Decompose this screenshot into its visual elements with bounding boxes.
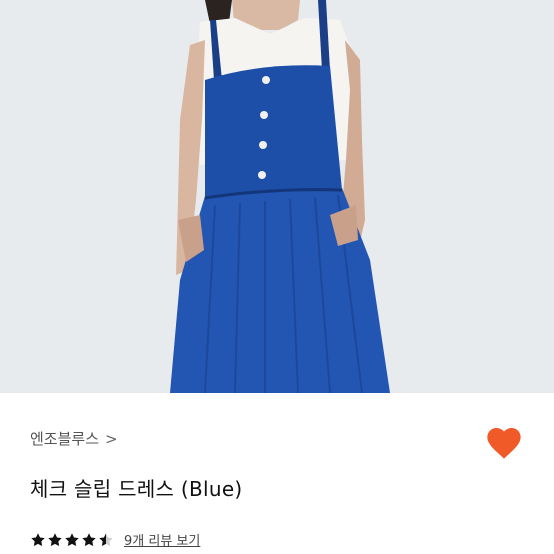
- star-icon: [31, 532, 45, 546]
- star-rating: [30, 532, 114, 548]
- brand-link[interactable]: 엔조블루스 >: [30, 428, 118, 449]
- product-photo: [0, 0, 554, 393]
- star-icon: [65, 532, 79, 546]
- chevron-right-icon: >: [105, 429, 118, 448]
- product-photo-illustration: [0, 0, 554, 393]
- heart-icon: [487, 428, 521, 459]
- star-icon: [99, 532, 113, 546]
- product-title: 체크 슬립 드레스 (Blue): [30, 477, 243, 501]
- favorite-button[interactable]: [484, 423, 524, 463]
- star-icon: [82, 532, 96, 546]
- rating-row: 9개 리뷰 보기: [30, 530, 200, 549]
- star-icon: [48, 532, 62, 546]
- review-link[interactable]: 9개 리뷰 보기: [124, 530, 200, 549]
- brand-name[interactable]: 엔조블루스: [30, 428, 99, 449]
